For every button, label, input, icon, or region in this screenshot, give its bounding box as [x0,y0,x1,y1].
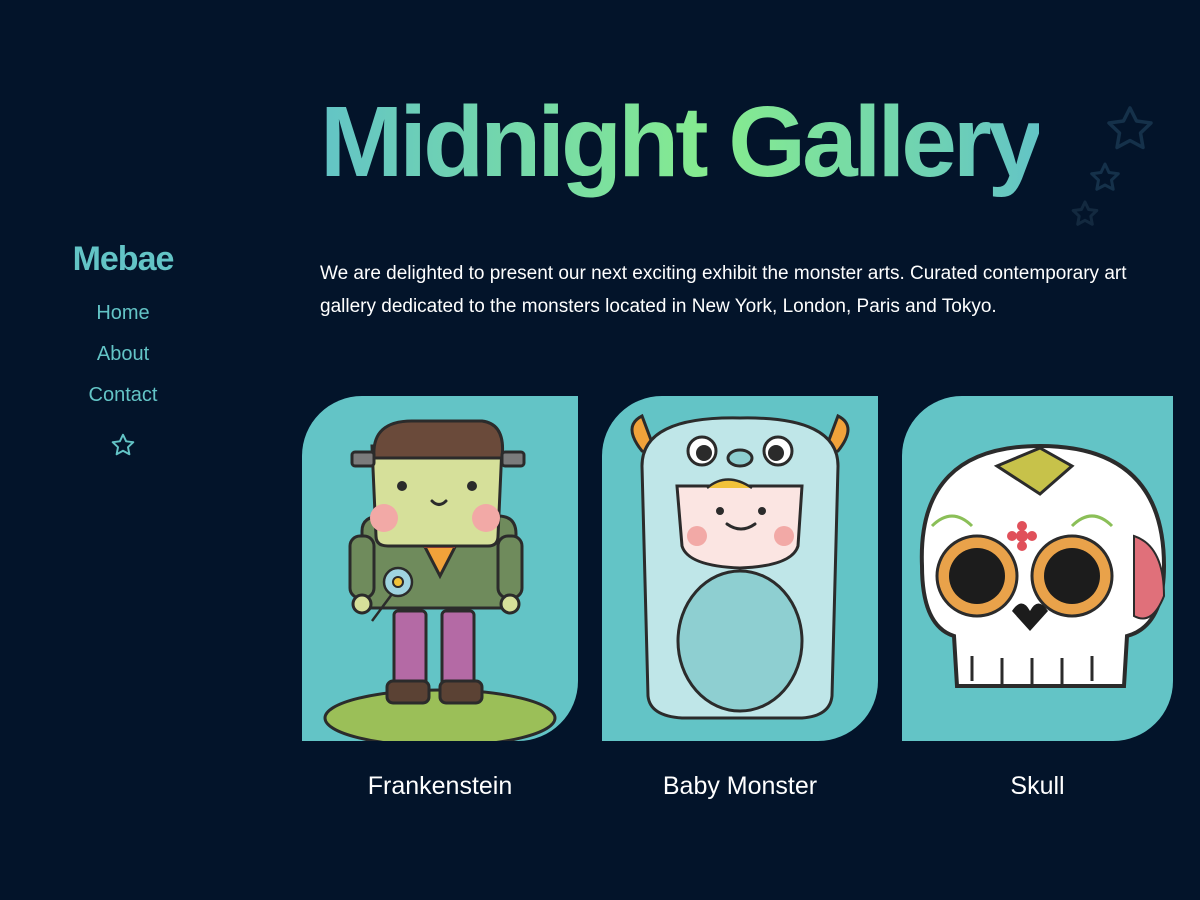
skull-illustration[interactable] [902,396,1173,741]
decorative-stars-icon [1071,106,1153,226]
gallery-card-label: Skull [1010,772,1065,800]
page-title: Midnight Gallery [320,82,1043,202]
baby-monster-illustration[interactable] [602,396,878,741]
gallery-card-skull[interactable]: Skull [902,396,1173,801]
gallery-card-baby-monster[interactable]: Baby Monster [602,396,878,801]
gallery-card-label: Baby Monster [662,772,818,800]
star-outline-icon[interactable] [110,432,136,458]
page: Mebae Home About Contact Midnight Galler… [0,0,1200,900]
frankenstein-illustration[interactable] [302,396,578,741]
gallery-card-label: Frankenstein [367,772,513,800]
nav-link-about[interactable]: About [0,342,246,366]
brand-logo[interactable]: Mebae [0,240,246,279]
gallery-card-frankenstein[interactable]: Frankenstein [302,396,578,801]
nav-link-home[interactable]: Home [0,301,246,325]
nav-link-contact[interactable]: Contact [0,383,246,407]
intro-text: We are delighted to present our next exc… [320,263,1127,317]
sidebar: Mebae Home About Contact [0,240,246,463]
